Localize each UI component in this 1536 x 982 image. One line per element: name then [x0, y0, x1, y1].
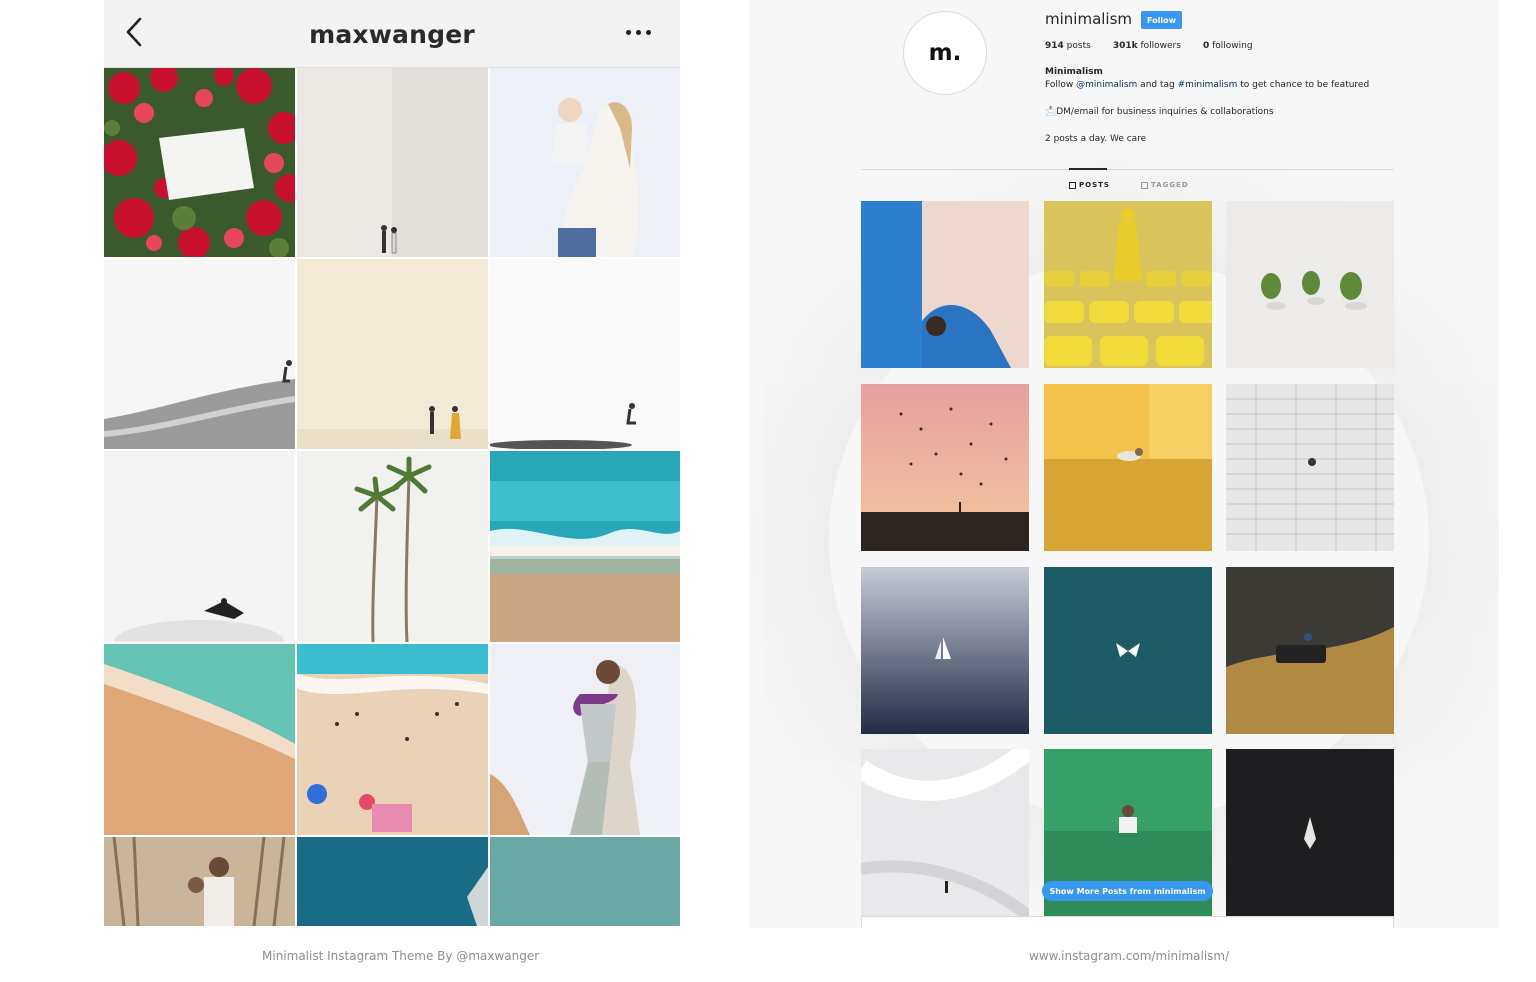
- photo-palm-trees[interactable]: [297, 451, 488, 642]
- post-teal-butterfly[interactable]: [1044, 567, 1212, 734]
- photo-mother-baby[interactable]: [490, 68, 680, 257]
- show-more-posts-button[interactable]: Show More Posts from minimalism: [1042, 881, 1213, 901]
- profile-bio: Minimalism Follow @minimalism and tag #m…: [1045, 66, 1369, 146]
- instagram-web-profile: m. minimalism Follow 914 posts 301k foll…: [749, 0, 1499, 928]
- posts-count: 914 posts: [1045, 41, 1091, 51]
- photo-palm-family[interactable]: [104, 837, 295, 926]
- profile-header: maxwanger: [104, 0, 680, 68]
- post-yellow-stadium[interactable]: [1044, 201, 1212, 368]
- hashtag-link[interactable]: #minimalism: [1178, 80, 1238, 90]
- mention-link[interactable]: @minimalism: [1076, 80, 1137, 90]
- tab-posts[interactable]: POSTS: [1069, 181, 1110, 189]
- followers-count[interactable]: 301k followers: [1113, 41, 1181, 51]
- more-dots-icon[interactable]: [626, 30, 652, 38]
- following-count[interactable]: 0 following: [1203, 41, 1253, 51]
- tabs-divider: [861, 169, 1394, 170]
- photo-beach-people[interactable]: [297, 644, 488, 835]
- avatar-text: m.: [928, 40, 962, 66]
- photo-aerial-shore[interactable]: [104, 644, 295, 835]
- bio-line-2: 📩DM/email for business inquiries & colla…: [1045, 107, 1274, 117]
- photo-lei-woman[interactable]: [490, 644, 680, 835]
- photo-beige-couple[interactable]: [297, 68, 488, 257]
- profile-username: maxwanger: [309, 20, 475, 49]
- footer-bar: [861, 916, 1394, 928]
- active-tab-indicator: [1069, 168, 1107, 170]
- left-caption: Minimalist Instagram Theme By @maxwanger: [262, 949, 540, 963]
- post-white-tunnel[interactable]: [861, 749, 1029, 916]
- photo-turquoise-wave[interactable]: [490, 451, 680, 642]
- grid-icon: [1069, 181, 1076, 189]
- post-car-hill[interactable]: [1226, 567, 1394, 734]
- post-dark-boat[interactable]: [1226, 749, 1394, 916]
- post-white-brick-wall[interactable]: [1226, 384, 1394, 551]
- right-caption: www.instagram.com/minimalism/: [1029, 949, 1230, 963]
- post-three-plants[interactable]: [1226, 201, 1394, 368]
- post-pink-sky-birds[interactable]: [861, 384, 1029, 551]
- photo-teal-water[interactable]: [490, 837, 680, 926]
- photo-deep-teal[interactable]: [297, 837, 488, 926]
- photo-skater-wall[interactable]: [104, 259, 295, 449]
- profile-avatar[interactable]: m.: [903, 11, 987, 95]
- post-blue-wall-woman[interactable]: [861, 201, 1029, 368]
- collage-stage: maxwanger Minimalist Instagram Theme By …: [0, 0, 1536, 982]
- photo-skateboarder-white[interactable]: [490, 259, 680, 449]
- follow-button[interactable]: Follow: [1141, 11, 1182, 29]
- phone-profile-screen: maxwanger: [104, 0, 680, 926]
- profile-stats: 914 posts 301k followers 0 following: [1045, 41, 1253, 51]
- photo-cream-couple[interactable]: [297, 259, 488, 449]
- profile-username: minimalism: [1045, 10, 1133, 28]
- photo-skater-dome[interactable]: [104, 451, 295, 642]
- bio-line-1: Follow @minimalism and tag #minimalism t…: [1045, 80, 1370, 90]
- tab-tagged[interactable]: TAGGED: [1141, 181, 1189, 189]
- tag-icon: [1141, 181, 1148, 189]
- photo-bougainvillea-sign[interactable]: [104, 68, 295, 257]
- post-misty-sailboat[interactable]: [861, 567, 1029, 734]
- post-yellow-wall-cat[interactable]: [1044, 384, 1212, 551]
- bio-name: Minimalism: [1045, 67, 1103, 77]
- bio-line-3: 2 posts a day. We care: [1045, 134, 1147, 144]
